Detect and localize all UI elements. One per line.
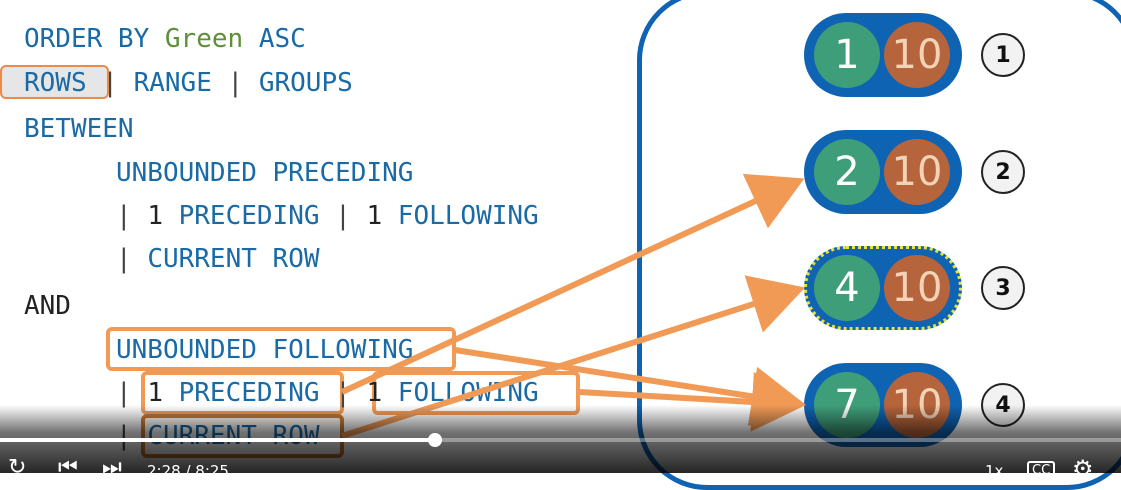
code-line-and: AND	[24, 291, 71, 321]
following-keyword: FOLLOWING	[397, 201, 539, 231]
following-keyword: FOLLOWING	[397, 378, 539, 408]
green-column: Green	[164, 24, 244, 54]
code-line-unbounded-preceding: UNBOUNDED PRECEDING	[116, 158, 413, 188]
pipe-separator: |	[335, 201, 351, 231]
pipe-separator: |	[102, 68, 118, 98]
unbounded-following-keyword: UNBOUNDED FOLLOWING	[116, 335, 414, 365]
green-value-circle: 1	[814, 22, 880, 88]
previous-icon[interactable]: ⏮	[58, 455, 78, 480]
preceding-keyword: PRECEDING	[178, 201, 320, 231]
time-display: 2:28 / 8:25	[147, 462, 229, 480]
asc-keyword: ASC	[243, 24, 306, 54]
code-line-start-options: | 1 PRECEDING | 1 FOLLOWING	[116, 201, 539, 231]
code-line-order-by: ORDER BY Green ASC	[24, 24, 306, 54]
row-pill-3-current: 4 10	[804, 246, 962, 330]
code-line-unbounded-following: UNBOUNDED FOLLOWING	[116, 335, 413, 365]
offset-one: 1	[147, 378, 163, 408]
preceding-keyword: PRECEDING	[178, 378, 320, 408]
row-pill-1: 1 10	[804, 13, 962, 97]
unbounded-preceding-keyword: UNBOUNDED PRECEDING	[116, 158, 414, 188]
groups-keyword: GROUPS	[258, 68, 353, 98]
brown-value-circle: 10	[884, 255, 950, 321]
between-keyword: BETWEEN	[24, 114, 134, 144]
code-line-current-row: | CURRENT ROW	[116, 244, 320, 274]
settings-gear-icon[interactable]: ⚙	[1072, 455, 1094, 483]
rows-keyword: ROWS	[24, 68, 87, 98]
next-icon[interactable]: ⏭	[102, 455, 122, 480]
brown-value-circle: 10	[884, 139, 950, 205]
replay-icon[interactable]: ↻	[8, 455, 26, 480]
green-value-circle: 4	[814, 255, 880, 321]
playback-speed[interactable]: 1x	[985, 462, 1003, 480]
pipe-separator: |	[227, 68, 244, 98]
range-keyword: RANGE	[133, 68, 212, 98]
current-row-keyword: CURRENT ROW	[147, 244, 320, 274]
pipe-separator: |	[116, 378, 132, 408]
offset-one: 1	[366, 378, 383, 408]
offset-one: 1	[366, 201, 383, 231]
progress-scrubber[interactable]	[428, 433, 442, 447]
and-keyword: AND	[24, 291, 71, 321]
order-by-keyword: ORDER BY	[24, 24, 165, 54]
offset-one: 1	[147, 201, 163, 231]
brown-value-circle: 10	[884, 22, 950, 88]
row-number-badge: 1	[981, 33, 1025, 77]
code-line-frame-type: ROWS | RANGE | GROUPS	[24, 68, 353, 98]
code-line-between: BETWEEN	[24, 114, 134, 144]
pipe-separator: |	[116, 244, 132, 274]
row-pill-2: 2 10	[804, 130, 962, 214]
captions-icon[interactable]: CC	[1027, 461, 1056, 480]
progress-fill	[0, 438, 435, 442]
row-number-badge: 2	[981, 150, 1025, 194]
pipe-separator: |	[335, 378, 351, 408]
code-line-end-options: | 1 PRECEDING | 1 FOLLOWING	[116, 378, 539, 408]
row-number-badge: 3	[981, 266, 1025, 310]
green-value-circle: 2	[814, 139, 880, 205]
pipe-separator: |	[116, 201, 132, 231]
